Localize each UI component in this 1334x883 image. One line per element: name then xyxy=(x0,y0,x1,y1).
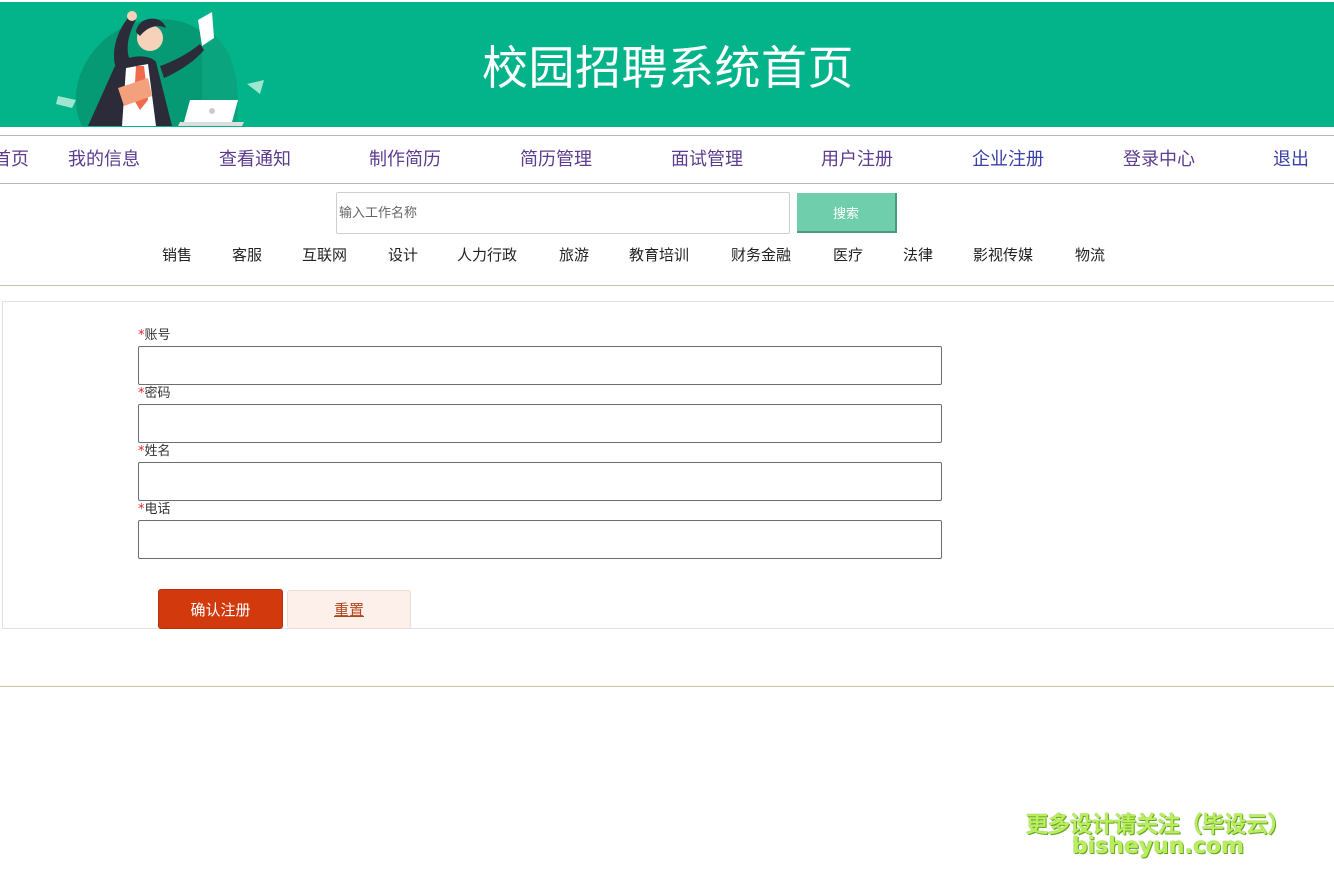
nav-item-view-notices[interactable]: 查看通知 xyxy=(219,136,291,183)
section-divider xyxy=(0,285,1334,286)
category-link-sales[interactable]: 销售 xyxy=(162,244,192,266)
reset-button[interactable]: 重置 xyxy=(287,590,411,629)
search-button[interactable]: 搜索 xyxy=(797,193,897,233)
phone-input[interactable] xyxy=(138,520,942,559)
password-label-text: 密码 xyxy=(144,386,171,401)
account-field-label: *账号 xyxy=(138,328,171,344)
nav-item-create-resume[interactable]: 制作简历 xyxy=(369,136,441,183)
category-link-hr-admin[interactable]: 人力行政 xyxy=(457,244,517,266)
phone-field-label: *电话 xyxy=(138,502,171,518)
footer-divider xyxy=(0,686,1334,687)
category-link-medical[interactable]: 医疗 xyxy=(833,244,863,266)
category-link-internet[interactable]: 互联网 xyxy=(302,244,347,266)
category-link-design[interactable]: 设计 xyxy=(388,244,418,266)
password-input[interactable] xyxy=(138,404,942,443)
watermark-line-2: bisheyun.com xyxy=(1071,834,1245,859)
name-label-text: 姓名 xyxy=(144,444,171,459)
nav-item-user-registration[interactable]: 用户注册 xyxy=(821,136,893,183)
category-link-customer-service[interactable]: 客服 xyxy=(232,244,262,266)
name-field-label: *姓名 xyxy=(138,444,171,460)
nav-item-logout[interactable]: 退出 xyxy=(1273,136,1309,183)
category-link-tourism[interactable]: 旅游 xyxy=(559,244,589,266)
nav-item-resume-management[interactable]: 简历管理 xyxy=(520,136,592,183)
nav-item-interview-management[interactable]: 面试管理 xyxy=(671,136,743,183)
password-field-label: *密码 xyxy=(138,386,171,402)
main-nav: 首页 我的信息 查看通知 制作简历 简历管理 面试管理 用户注册 企业注册 登录… xyxy=(0,135,1334,184)
category-link-finance[interactable]: 财务金融 xyxy=(731,244,791,266)
page-title: 校园招聘系统首页 xyxy=(482,41,854,95)
phone-label-text: 电话 xyxy=(144,502,171,517)
account-label-text: 账号 xyxy=(144,328,171,343)
businessman-illustration xyxy=(56,11,264,126)
nav-item-login-center[interactable]: 登录中心 xyxy=(1123,136,1195,183)
nav-item-my-info[interactable]: 我的信息 xyxy=(68,136,140,183)
confirm-register-button[interactable]: 确认注册 xyxy=(158,589,283,629)
name-input[interactable] xyxy=(138,462,942,501)
nav-item-company-registration[interactable]: 企业注册 xyxy=(972,136,1044,183)
category-link-law[interactable]: 法律 xyxy=(903,244,933,266)
job-search-input[interactable] xyxy=(336,192,790,234)
account-input[interactable] xyxy=(138,346,942,385)
category-link-media[interactable]: 影视传媒 xyxy=(973,244,1033,266)
nav-item-home[interactable]: 首页 xyxy=(0,136,29,183)
header-banner: 校园招聘系统首页 xyxy=(0,2,1334,127)
category-link-education[interactable]: 教育培训 xyxy=(629,244,689,266)
category-link-logistics[interactable]: 物流 xyxy=(1075,244,1105,266)
